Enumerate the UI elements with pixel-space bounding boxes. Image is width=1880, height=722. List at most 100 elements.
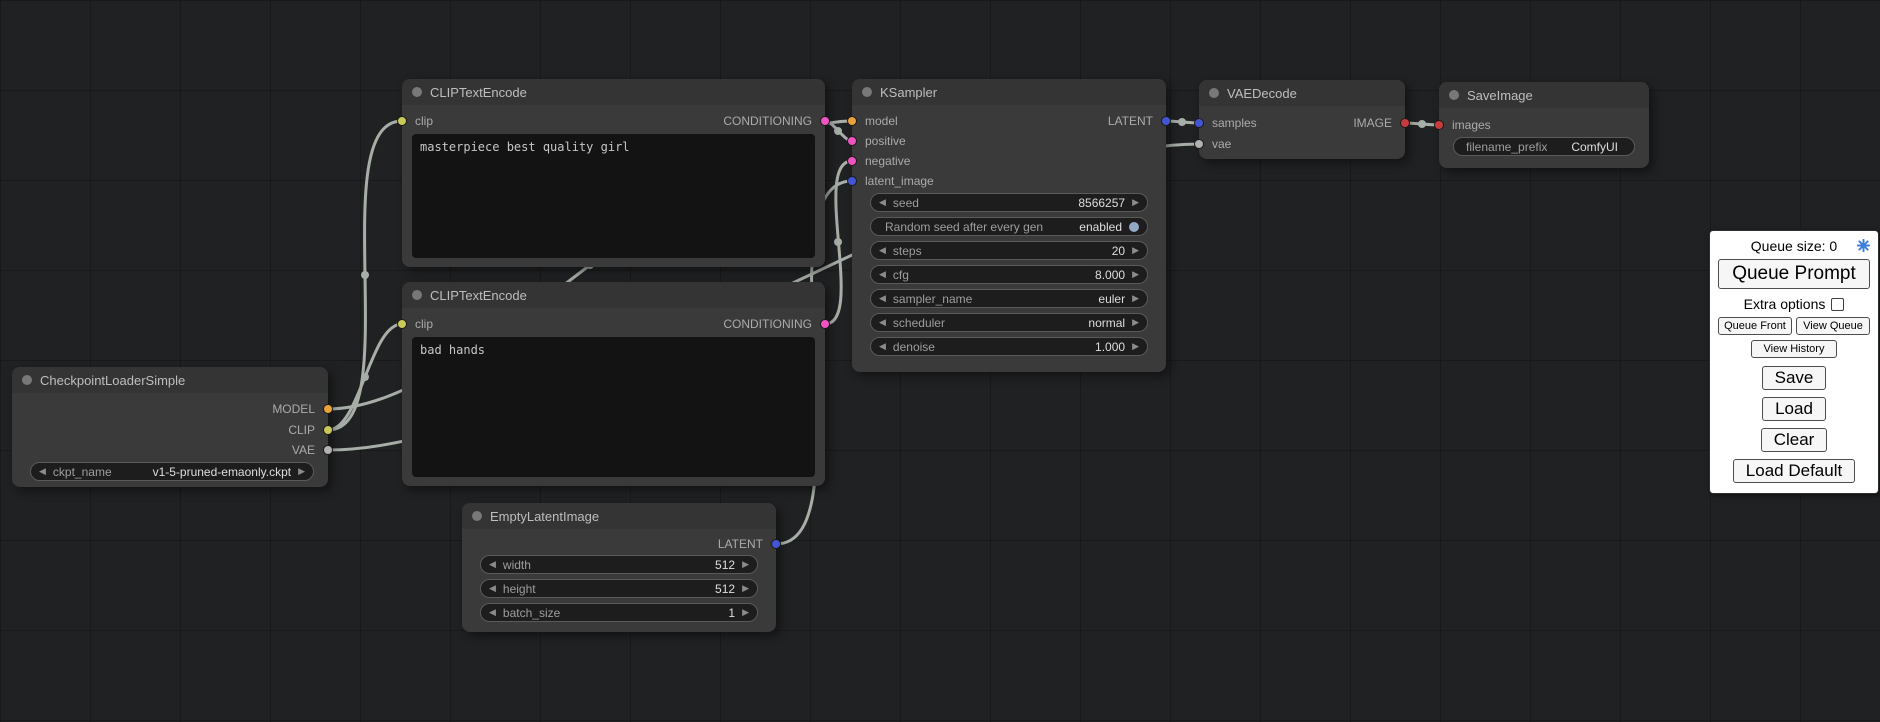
widget-random-seed-toggle[interactable]: Random seed after every gen enabled — [870, 217, 1148, 236]
increment-arrow-icon[interactable]: ▶ — [1132, 294, 1139, 303]
widget-label: cfg — [893, 268, 909, 282]
increment-arrow-icon[interactable]: ▶ — [742, 608, 749, 617]
input-slot-negative[interactable] — [847, 156, 857, 166]
widget-value: 512 — [715, 582, 735, 596]
decrement-arrow-icon[interactable]: ◀ — [489, 608, 496, 617]
decrement-arrow-icon[interactable]: ◀ — [879, 294, 886, 303]
widget-filename-prefix[interactable]: filename_prefix ComfyUI — [1453, 137, 1635, 156]
widget-label: Random seed after every gen — [879, 220, 1043, 234]
decrement-arrow-icon[interactable]: ◀ — [879, 246, 886, 255]
input-slot-samples[interactable] — [1194, 118, 1204, 128]
save-button[interactable]: Save — [1762, 366, 1827, 390]
link-midpoint-dot — [1178, 118, 1186, 126]
node-cliptextencode-negative[interactable]: CLIPTextEncode clip CONDITIONING bad han… — [402, 282, 825, 486]
node-title-bar[interactable]: CLIPTextEncode — [402, 79, 825, 105]
input-slot-images[interactable] — [1434, 120, 1444, 130]
input-slot-vae[interactable] — [1194, 139, 1204, 149]
widget-value: ComfyUI — [1571, 140, 1618, 154]
output-slot-conditioning[interactable] — [820, 116, 830, 126]
decrement-arrow-icon[interactable]: ◀ — [879, 342, 886, 351]
queue-front-button[interactable]: Queue Front — [1718, 317, 1792, 335]
decrement-arrow-icon[interactable]: ◀ — [39, 467, 46, 476]
decrement-arrow-icon[interactable]: ◀ — [489, 560, 496, 569]
extra-options-checkbox[interactable] — [1831, 298, 1844, 311]
collapse-dot-icon[interactable] — [412, 290, 422, 300]
node-emptylatentimage[interactable]: EmptyLatentImage LATENT ◀ width 512 ▶ ◀ … — [462, 503, 776, 632]
decrement-arrow-icon[interactable]: ◀ — [489, 584, 496, 593]
node-checkpointloadersimple[interactable]: CheckpointLoaderSimple MODEL CLIP VAE ◀ … — [12, 367, 328, 487]
widget-ckpt-name[interactable]: ◀ ckpt_name v1-5-pruned-emaonly.ckpt ▶ — [30, 462, 314, 481]
increment-arrow-icon[interactable]: ▶ — [1132, 198, 1139, 207]
link-midpoint-dot — [361, 373, 369, 381]
load-button[interactable]: Load — [1762, 397, 1826, 421]
output-slot-conditioning[interactable] — [820, 319, 830, 329]
comfy-menu-panel: Queue size: 0 Queue Prompt Extra options… — [1709, 230, 1879, 494]
view-history-button[interactable]: View History — [1751, 340, 1838, 358]
increment-arrow-icon[interactable]: ▶ — [1132, 246, 1139, 255]
input-slot-latent-image[interactable] — [847, 176, 857, 186]
collapse-dot-icon[interactable] — [862, 87, 872, 97]
node-title-bar[interactable]: VAEDecode — [1199, 80, 1405, 106]
widget-batch-size[interactable]: ◀ batch_size 1 ▶ — [480, 603, 758, 622]
widget-label: seed — [893, 196, 919, 210]
queue-prompt-button[interactable]: Queue Prompt — [1718, 259, 1870, 289]
widget-steps[interactable]: ◀ steps 20 ▶ — [870, 241, 1148, 260]
decrement-arrow-icon[interactable]: ◀ — [879, 270, 886, 279]
node-title-bar[interactable]: CheckpointLoaderSimple — [12, 367, 328, 393]
output-slot-image[interactable] — [1400, 118, 1410, 128]
link-midpoint-dot — [1418, 120, 1426, 128]
output-label-clip: CLIP — [288, 423, 315, 437]
input-slot-positive[interactable] — [847, 136, 857, 146]
node-title-bar[interactable]: EmptyLatentImage — [462, 503, 776, 529]
input-slot-model[interactable] — [847, 116, 857, 126]
output-slot-model[interactable] — [323, 404, 333, 414]
input-slot-clip[interactable] — [397, 319, 407, 329]
decrement-arrow-icon[interactable]: ◀ — [879, 198, 886, 207]
collapse-dot-icon[interactable] — [412, 87, 422, 97]
node-title-bar[interactable]: KSampler — [852, 79, 1166, 105]
widget-denoise[interactable]: ◀ denoise 1.000 ▶ — [870, 337, 1148, 356]
widget-width[interactable]: ◀ width 512 ▶ — [480, 555, 758, 574]
output-slot-latent[interactable] — [771, 539, 781, 549]
node-title-bar[interactable]: SaveImage — [1439, 82, 1649, 108]
widget-seed[interactable]: ◀ seed 8566257 ▶ — [870, 193, 1148, 212]
load-default-button[interactable]: Load Default — [1733, 459, 1855, 483]
collapse-dot-icon[interactable] — [1449, 90, 1459, 100]
collapse-dot-icon[interactable] — [1209, 88, 1219, 98]
increment-arrow-icon[interactable]: ▶ — [298, 467, 305, 476]
widget-scheduler[interactable]: ◀ scheduler normal ▶ — [870, 313, 1148, 332]
toggle-knob[interactable] — [1129, 222, 1139, 232]
increment-arrow-icon[interactable]: ▶ — [1132, 270, 1139, 279]
output-slot-clip[interactable] — [323, 425, 333, 435]
node-title-bar[interactable]: CLIPTextEncode — [402, 282, 825, 308]
input-slot-clip[interactable] — [397, 116, 407, 126]
increment-arrow-icon[interactable]: ▶ — [1132, 342, 1139, 351]
positive-prompt-textarea[interactable]: masterpiece best quality girl — [412, 134, 815, 258]
output-slot-latent[interactable] — [1161, 116, 1171, 126]
node-title: EmptyLatentImage — [490, 509, 599, 524]
widget-value: 1 — [728, 606, 735, 620]
widget-label: steps — [893, 244, 922, 258]
widget-label: batch_size — [503, 606, 560, 620]
output-slot-vae[interactable] — [323, 445, 333, 455]
widget-value: euler — [1098, 292, 1125, 306]
clear-button[interactable]: Clear — [1761, 428, 1828, 452]
increment-arrow-icon[interactable]: ▶ — [1132, 318, 1139, 327]
settings-icon[interactable] — [1857, 239, 1870, 255]
input-label-latent-image: latent_image — [865, 174, 934, 188]
widget-cfg[interactable]: ◀ cfg 8.000 ▶ — [870, 265, 1148, 284]
node-vaedecode[interactable]: VAEDecode samples IMAGE vae — [1199, 80, 1405, 159]
collapse-dot-icon[interactable] — [22, 375, 32, 385]
graph-canvas[interactable]: CheckpointLoaderSimple MODEL CLIP VAE ◀ … — [0, 0, 1880, 722]
increment-arrow-icon[interactable]: ▶ — [742, 584, 749, 593]
collapse-dot-icon[interactable] — [472, 511, 482, 521]
node-ksampler[interactable]: KSampler model LATENT positive negative … — [852, 79, 1166, 372]
view-queue-button[interactable]: View Queue — [1796, 317, 1870, 335]
widget-sampler-name[interactable]: ◀ sampler_name euler ▶ — [870, 289, 1148, 308]
widget-height[interactable]: ◀ height 512 ▶ — [480, 579, 758, 598]
node-saveimage[interactable]: SaveImage images filename_prefix ComfyUI — [1439, 82, 1649, 168]
negative-prompt-textarea[interactable]: bad hands — [412, 337, 815, 477]
increment-arrow-icon[interactable]: ▶ — [742, 560, 749, 569]
decrement-arrow-icon[interactable]: ◀ — [879, 318, 886, 327]
node-cliptextencode-positive[interactable]: CLIPTextEncode clip CONDITIONING masterp… — [402, 79, 825, 267]
